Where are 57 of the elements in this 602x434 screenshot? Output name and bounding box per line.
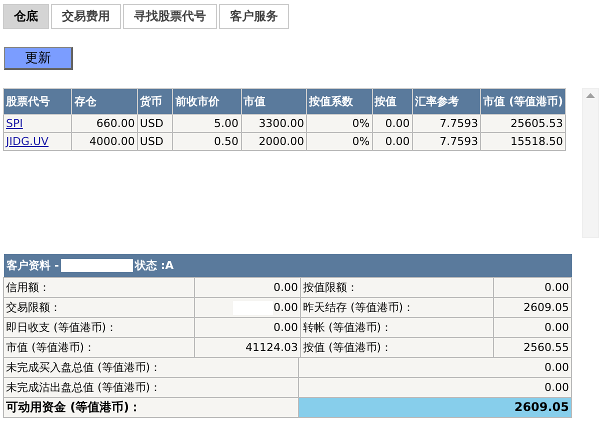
field-value: 2609.05: [494, 298, 572, 318]
column-header: 存仓: [72, 88, 138, 114]
table-cell: 5.00: [172, 114, 242, 132]
table-cell: 7.7593: [412, 114, 481, 132]
column-header: 市值: [241, 88, 307, 114]
field-label: 未完成买入盘总值 (等值港币)：: [4, 358, 298, 378]
column-header: 按值系数: [306, 88, 372, 114]
scroll-up-icon[interactable]: [586, 93, 595, 98]
field-label: 信用额：: [4, 278, 194, 298]
field-label: 转帐 (等值港币)：: [300, 318, 494, 338]
field-value: 0.00: [194, 278, 300, 298]
column-header: 市值 (等值港币): [480, 88, 566, 114]
field-value: 0.00: [298, 358, 572, 378]
field-value: 0.00: [194, 298, 300, 318]
field-label: 可动用资金 (等值港币)：: [4, 398, 298, 418]
table-cell: 15518.50: [480, 132, 566, 150]
table-cell: 3300.00: [241, 114, 307, 132]
field-value: 0.00: [494, 318, 572, 338]
scrollbar[interactable]: [582, 88, 599, 238]
tab[interactable]: 交易费用: [51, 4, 121, 29]
table-cell: 0.50: [172, 132, 242, 150]
field-label: 交易限额：: [4, 298, 194, 318]
field-label: 市值 (等值港币)：: [4, 338, 194, 358]
field-label: 未完成沽出盘总值 (等值港币)：: [4, 378, 298, 398]
field-value: 41124.03: [194, 338, 300, 358]
table-cell: 0%: [306, 114, 372, 132]
table-cell: 0.00: [372, 114, 412, 132]
tab[interactable]: 寻找股票代号: [123, 4, 217, 29]
field-value: 2560.55: [494, 338, 572, 358]
field-label: 即日收支 (等值港币)：: [4, 318, 194, 338]
column-header: 汇率参考: [412, 88, 481, 114]
table-cell: 7.7593: [412, 132, 481, 150]
refresh-button[interactable]: 更新: [4, 47, 73, 70]
stock-code-link[interactable]: SPI: [6, 117, 23, 130]
field-value: 0.00: [194, 318, 300, 338]
table-cell: USD: [137, 114, 173, 132]
column-header: 按值: [372, 88, 412, 114]
account-title: 客户资料 -: [6, 258, 59, 273]
field-value: 2609.05: [298, 398, 572, 418]
table-cell: 660.00: [72, 114, 138, 132]
column-header: 前收市价: [172, 88, 242, 114]
field-value: 0.00: [298, 378, 572, 398]
field-value: 0.00: [494, 278, 572, 298]
account-status: 状态 :A: [134, 258, 174, 273]
tab[interactable]: 客户服务: [219, 4, 289, 29]
table-cell: 4000.00: [72, 132, 138, 150]
column-header: 股票代号: [4, 88, 72, 114]
field-label: 昨天结存 (等值港币)：: [300, 298, 494, 318]
field-label: 按值限额：: [300, 278, 494, 298]
table-cell: 0.00: [372, 132, 412, 150]
table-cell: USD: [137, 132, 173, 150]
table-cell: 25605.53: [480, 114, 566, 132]
table-cell: 0%: [306, 132, 372, 150]
tab[interactable]: 仓底: [3, 4, 49, 29]
field-label: 按值 (等值港币)：: [300, 338, 494, 358]
column-header: 货币: [137, 88, 173, 114]
table-cell: 2000.00: [241, 132, 307, 150]
